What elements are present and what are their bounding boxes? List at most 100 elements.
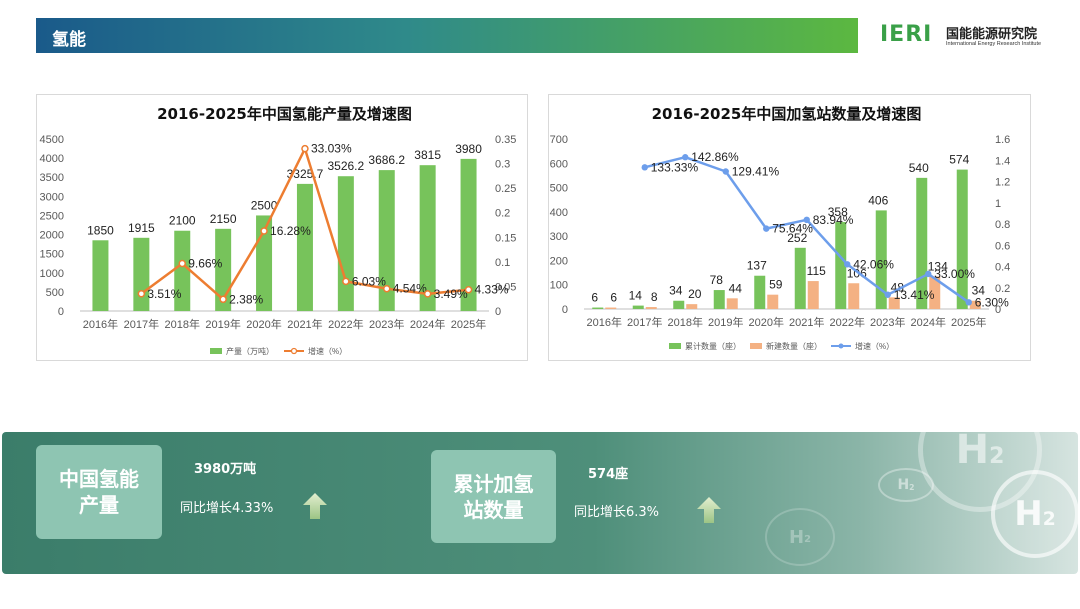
legend-swatch (669, 343, 681, 349)
h2-bubble-sub: 2 (989, 444, 1005, 470)
y2-tick-label: 1.6 (995, 134, 1010, 146)
line-point (682, 154, 689, 161)
bar (92, 240, 109, 311)
y-tick-label: 4500 (40, 134, 64, 146)
bar-data-label: 3815 (414, 148, 441, 162)
bar-data-label: 2100 (169, 214, 196, 228)
station-box-label-line1: 累计加氢 (453, 471, 534, 496)
x-tick-label: 2018年 (165, 317, 200, 331)
x-tick-label: 2021年 (287, 317, 322, 331)
bar (296, 183, 313, 311)
y-tick-label: 3000 (40, 191, 64, 203)
legend-label: 增速（%） (855, 341, 894, 351)
x-tick-label: 2025年 (951, 315, 986, 329)
h2-bubble-text: H (955, 432, 990, 473)
chart-title: 2016-2025年中国氢能产量及增速图 (157, 105, 412, 123)
section-title: 氢能 (52, 30, 86, 50)
line-point (342, 277, 350, 286)
bar-data-label: 34 (669, 284, 683, 298)
legend-label: 产量（万吨） (226, 346, 274, 356)
line-point (844, 261, 851, 268)
bar-data-label: 115 (807, 264, 826, 278)
x-tick-label: 2018年 (668, 315, 703, 329)
legend-label: 新建数量（座） (766, 341, 822, 351)
station-value: 574座 (588, 467, 629, 482)
y2-tick-label: 0.4 (995, 262, 1010, 274)
bar (632, 305, 644, 309)
line-point (965, 299, 972, 306)
line-point (383, 284, 391, 293)
x-tick-label: 2024年 (410, 317, 445, 331)
production-box-label-line1: 中国氢能 (59, 467, 139, 491)
line-data-label: 9.66% (188, 257, 222, 271)
x-tick-label: 2020年 (749, 315, 784, 329)
x-tick-label: 2019年 (205, 317, 240, 331)
bar-data-label: 3980 (455, 142, 482, 156)
production-value: 3980万吨 (194, 462, 257, 477)
y2-tick-label: 0.8 (995, 219, 1010, 231)
bar (337, 176, 354, 311)
h2-bubble-sub: 2 (804, 534, 811, 546)
y2-tick-label: 1 (995, 198, 1001, 210)
bar-data-label: 8 (651, 290, 658, 304)
y2-tick-label: 0.6 (995, 240, 1010, 252)
bar (686, 304, 698, 309)
x-tick-label: 2023年 (870, 315, 905, 329)
bar-data-label: 3686.2 (368, 153, 405, 167)
h2-bubble-text: H (897, 477, 910, 493)
y-tick-label: 1500 (40, 249, 64, 261)
x-tick-label: 2023年 (369, 317, 404, 331)
bar-data-label: 59 (769, 278, 783, 292)
logo-mark: IERI (880, 22, 933, 47)
chart-title: 2016-2025年中国加氢站数量及增速图 (652, 105, 922, 123)
y2-tick-label: 1.2 (995, 177, 1010, 189)
hydrogen-station-chart-panel: 2016-2025年中国加氢站数量及增速图 0 100 200 300 400 500 600… (548, 94, 1031, 361)
line-point (178, 259, 186, 268)
bar (848, 283, 860, 309)
hydrogen-production-chart: 2016-2025年中国氢能产量及增速图 0 500 1000 1500 2000 2500… (40, 105, 517, 356)
line-data-label: 3.51% (147, 287, 181, 301)
bar (713, 290, 725, 309)
bar-data-label: 574 (949, 153, 969, 167)
y-tick-label: 500 (46, 287, 64, 299)
bar-data-label: 6 (591, 291, 598, 305)
y-tick-label: 100 (550, 280, 568, 292)
bar (767, 294, 779, 309)
station-up-arrow-icon (697, 497, 721, 523)
legend-label: 增速（%） (308, 346, 347, 356)
line-data-label: 75.64% (772, 222, 813, 236)
line-data-label: 42.06% (853, 257, 894, 271)
y-tick-label: 600 (550, 158, 568, 170)
y-tick-label: 300 (550, 231, 568, 243)
h2-molecule-icon: H2 (878, 468, 934, 502)
legend-marker (290, 347, 298, 355)
line-point (925, 270, 932, 278)
bar (645, 307, 657, 309)
bar-data-label: 1915 (128, 221, 155, 235)
x-tick-label: 2025年 (451, 317, 486, 331)
x-tick-label: 2016年 (587, 315, 622, 329)
legend-label: 累计数量（座） (685, 341, 741, 351)
line-data-label: 3.49% (434, 287, 468, 301)
x-tick-label: 2016年 (83, 317, 118, 331)
x-tick-label: 2017年 (627, 315, 662, 329)
production-box-label-line2: 产量 (79, 493, 119, 517)
production-up-arrow-icon (303, 493, 327, 519)
bar-data-label: 44 (729, 281, 743, 295)
station-box-label-line2: 站数量 (463, 497, 524, 522)
y2-tick-label: 0 (495, 306, 501, 318)
x-tick-label: 2021年 (789, 315, 824, 329)
line-data-label: 83.94% (813, 213, 854, 227)
bar-data-label: 137 (747, 259, 767, 273)
production-stat-box: 中国氢能 产量 (36, 445, 162, 539)
bar-data-label: 78 (710, 273, 724, 287)
y2-tick-label: 0.2 (995, 283, 1010, 295)
line-point (641, 164, 648, 171)
h2-bubble-text: H (789, 526, 805, 548)
h2-bubble-sub: 2 (909, 482, 915, 492)
bar (807, 281, 819, 309)
line-data-label: 6.03% (352, 274, 386, 288)
line-data-label: 13.41% (894, 288, 935, 302)
y-tick-label: 2500 (40, 210, 64, 222)
y-tick-label: 500 (550, 183, 568, 195)
